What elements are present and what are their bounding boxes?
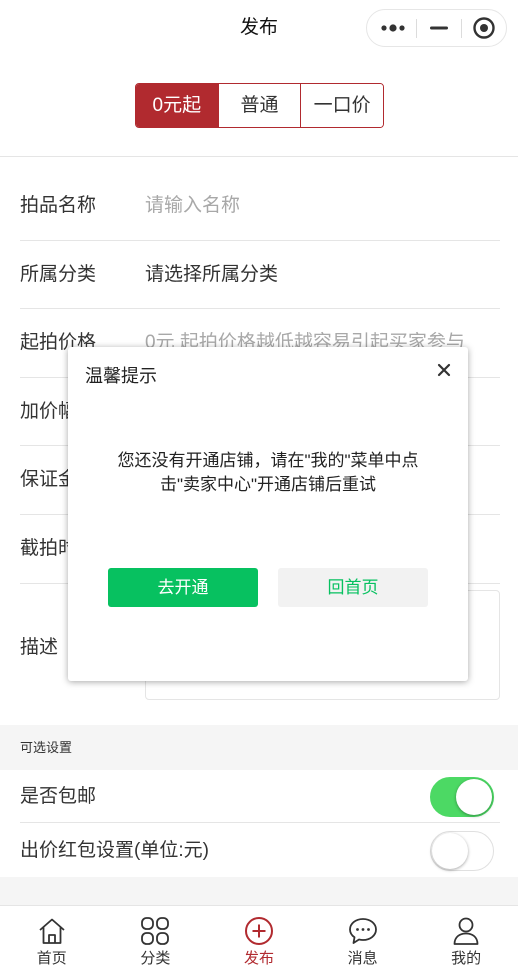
price-mode-switch: 0元起 普通 一口价 — [135, 83, 384, 128]
spacer-band — [0, 877, 518, 905]
bid-red-packet-label: 出价红包设置(单位:元) — [20, 840, 209, 861]
free-shipping-label: 是否包邮 — [20, 786, 97, 807]
dialog-message-line: 您还没有开通店铺，请在"我的"菜单中点 — [117, 451, 419, 470]
capsule-menu — [366, 9, 507, 47]
tab-category[interactable]: 分类 — [104, 906, 208, 975]
bid-red-packet-switch[interactable] — [430, 831, 494, 871]
open-store-button[interactable]: 去开通 — [108, 568, 258, 607]
form-row-name: 拍品名称 — [20, 172, 500, 241]
more-dots-icon[interactable] — [373, 10, 413, 46]
user-icon — [451, 916, 481, 946]
dialog-message: 您还没有开通店铺，请在"我的"菜单中点 击"卖家中心"开通店铺后重试 — [68, 449, 468, 497]
category-picker[interactable]: 请选择所属分类 — [145, 241, 278, 309]
optional-section-title: 可选设置 — [0, 725, 518, 770]
description-label: 描述 — [20, 637, 59, 658]
target-icon[interactable] — [464, 10, 504, 46]
plus-circle-icon — [244, 916, 274, 946]
capsule-divider — [416, 19, 417, 38]
tab-home[interactable]: 首页 — [0, 906, 104, 975]
close-icon[interactable] — [437, 363, 451, 377]
tab-normal[interactable]: 普通 — [217, 84, 301, 127]
tab-label: 首页 — [36, 950, 67, 967]
free-shipping-switch[interactable] — [430, 777, 494, 817]
navigation-bar: 发布 — [0, 0, 518, 56]
tab-zero-start[interactable]: 0元起 — [136, 84, 218, 127]
free-shipping-row: 是否包邮 — [20, 770, 500, 823]
tip-dialog: 温馨提示 您还没有开通店铺，请在"我的"菜单中点 击"卖家中心"开通店铺后重试 … — [68, 347, 468, 681]
tab-label: 我的 — [451, 950, 482, 967]
home-icon — [37, 916, 67, 946]
form-row-category: 所属分类 请选择所属分类 — [20, 241, 500, 310]
bid-red-packet-row: 出价红包设置(单位:元) — [20, 823, 500, 877]
name-label: 拍品名称 — [20, 195, 97, 216]
name-input[interactable] — [145, 191, 480, 221]
grid-icon — [140, 916, 170, 946]
tab-mine[interactable]: 我的 — [414, 906, 518, 975]
tab-label: 发布 — [243, 950, 274, 967]
category-label: 所属分类 — [20, 263, 97, 285]
tab-publish[interactable]: 发布 — [207, 906, 311, 975]
tab-fixed-price[interactable]: 一口价 — [300, 84, 383, 127]
tab-label: 分类 — [140, 950, 171, 967]
switch-knob — [456, 779, 492, 815]
tab-messages[interactable]: 消息 — [311, 906, 415, 975]
tab-label: 消息 — [347, 950, 378, 967]
tab-bar: 首页 分类 发布 消息 我的 — [0, 905, 518, 975]
dialog-message-line: 击"卖家中心"开通店铺后重试 — [159, 475, 377, 494]
capsule-divider — [461, 19, 462, 38]
dialog-title: 温馨提示 — [85, 366, 157, 386]
divider — [0, 156, 518, 157]
minimize-icon[interactable] — [419, 10, 459, 46]
switch-knob — [432, 833, 468, 869]
chat-bubble-icon — [348, 916, 378, 946]
back-home-button[interactable]: 回首页 — [278, 568, 428, 607]
